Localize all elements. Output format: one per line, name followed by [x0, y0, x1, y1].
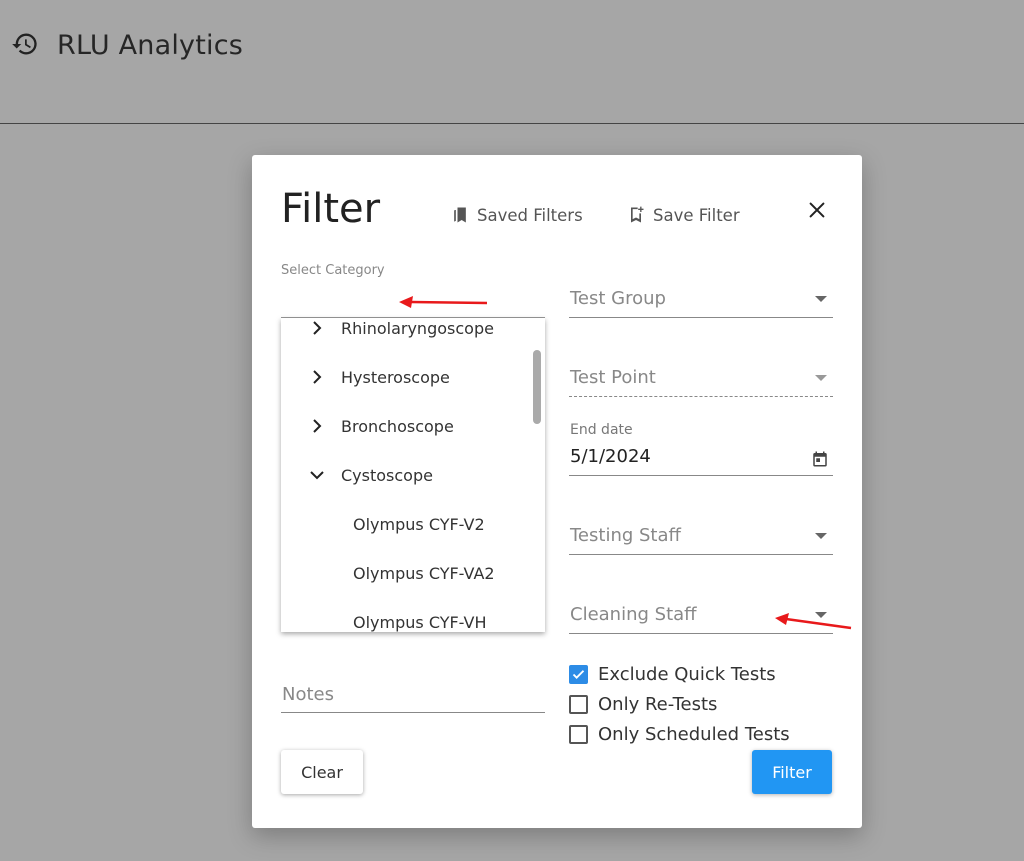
filter-button[interactable]: Filter	[752, 750, 832, 794]
save-filter-label: Save Filter	[653, 205, 740, 225]
checkbox-unchecked[interactable]	[569, 695, 588, 714]
test-point-select[interactable]: Test Point	[569, 364, 833, 398]
saved-filters-label: Saved Filters	[477, 205, 583, 225]
clear-button[interactable]: Clear	[281, 750, 363, 794]
tree-item-olympus-cyf-vh[interactable]: Olympus CYF-VH	[281, 607, 531, 632]
saved-filters-button[interactable]: Saved Filters	[450, 205, 583, 225]
field-underline	[569, 554, 833, 555]
tree-item-label: Cystoscope	[341, 465, 433, 485]
tree-item-label: Rhinolaryngoscope	[341, 318, 494, 338]
tree-item-rhinolaryngoscope[interactable]: Rhinolaryngoscope	[281, 318, 531, 343]
tree-item-cystoscope[interactable]: Cystoscope	[281, 460, 531, 490]
chevron-right-icon[interactable]	[309, 418, 325, 434]
tree-item-bronchoscope[interactable]: Bronchoscope	[281, 411, 531, 441]
notes-placeholder: Notes	[282, 684, 334, 705]
end-date-field[interactable]: End date 5/1/2024	[569, 420, 833, 476]
checkbox-checked[interactable]	[569, 665, 588, 684]
checkbox-unchecked[interactable]	[569, 725, 588, 744]
chevron-right-icon[interactable]	[309, 320, 325, 336]
chevron-right-icon[interactable]	[309, 369, 325, 385]
field-underline	[569, 317, 833, 318]
end-date-label: End date	[570, 422, 633, 438]
field-underline	[569, 475, 833, 476]
field-underline	[569, 396, 833, 397]
cleaning-staff-placeholder: Cleaning Staff	[570, 604, 697, 625]
notes-field[interactable]: Notes	[281, 682, 545, 714]
save-filter-button[interactable]: Save Filter	[626, 205, 740, 225]
check-icon	[572, 670, 585, 679]
test-group-select[interactable]: Test Group	[569, 285, 833, 319]
annotation-arrow-left-icon	[775, 613, 852, 630]
checkbox-label: Exclude Quick Tests	[598, 664, 776, 685]
tree-item-hysteroscope[interactable]: Hysteroscope	[281, 362, 531, 392]
tree-item-label: Olympus CYF-V2	[353, 514, 485, 534]
tree-item-olympus-cyf-v2[interactable]: Olympus CYF-V2	[281, 509, 531, 539]
app-header: RLU Analytics	[0, 0, 1024, 124]
only-scheduled-tests-checkbox[interactable]: Only Scheduled Tests	[569, 724, 790, 745]
tree-scrollbar[interactable]	[533, 350, 541, 424]
end-date-value: 5/1/2024	[570, 446, 651, 467]
checkbox-label: Only Re-Tests	[598, 694, 718, 715]
dropdown-caret-icon	[815, 533, 827, 539]
calendar-icon[interactable]	[811, 450, 829, 468]
checkbox-label: Only Scheduled Tests	[598, 724, 790, 745]
filter-dialog: Filter Saved Filters Save Filter Select …	[252, 155, 862, 828]
field-underline	[281, 712, 545, 713]
testing-staff-placeholder: Testing Staff	[570, 525, 681, 546]
dropdown-caret-icon	[815, 296, 827, 302]
dropdown-caret-icon	[815, 375, 827, 381]
close-icon[interactable]	[806, 199, 828, 221]
dialog-title: Filter	[281, 186, 381, 232]
testing-staff-select[interactable]: Testing Staff	[569, 522, 833, 556]
exclude-quick-tests-checkbox[interactable]: Exclude Quick Tests	[569, 664, 776, 685]
select-category-label: Select Category	[281, 263, 385, 278]
tree-item-label: Olympus CYF-VA2	[353, 563, 495, 583]
chevron-down-icon[interactable]	[309, 467, 325, 483]
tree-item-olympus-cyf-va2[interactable]: Olympus CYF-VA2	[281, 558, 531, 588]
history-icon[interactable]	[11, 30, 39, 58]
tree-item-label: Olympus CYF-VH	[353, 612, 487, 632]
tree-item-label: Bronchoscope	[341, 416, 454, 436]
test-point-placeholder: Test Point	[570, 367, 656, 388]
bookmark-add-icon	[631, 206, 644, 223]
tree-item-label: Hysteroscope	[341, 367, 450, 387]
category-tree-dropdown[interactable]: Rhinolaryngoscope Hysteroscope Bronchosc…	[281, 318, 545, 632]
only-re-tests-checkbox[interactable]: Only Re-Tests	[569, 694, 717, 715]
test-group-placeholder: Test Group	[570, 288, 666, 309]
bookmarks-icon	[454, 207, 466, 223]
annotation-arrow-left-icon	[399, 296, 488, 308]
app-title: RLU Analytics	[57, 30, 244, 61]
